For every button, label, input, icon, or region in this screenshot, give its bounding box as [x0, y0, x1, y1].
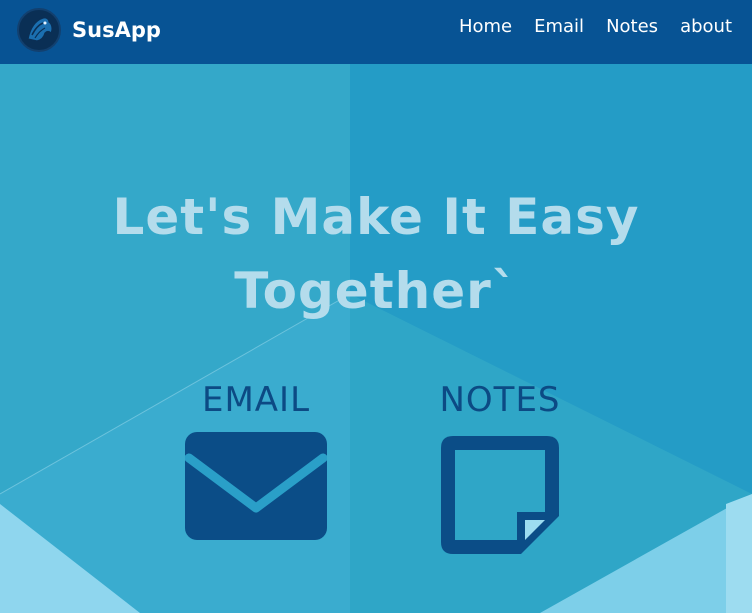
- nav-link-about[interactable]: about: [680, 16, 732, 37]
- brand-name: SusApp: [72, 18, 161, 42]
- horse-head-logo-icon: [17, 8, 61, 52]
- notes-feature-link[interactable]: NOTES: [420, 380, 580, 558]
- brand[interactable]: SusApp: [16, 7, 161, 53]
- nav-link-notes[interactable]: Notes: [606, 16, 658, 37]
- hero-title: Let's Make It Easy Together`: [0, 180, 752, 328]
- envelope-icon[interactable]: [185, 432, 327, 540]
- email-feature-link[interactable]: EMAIL: [178, 380, 334, 540]
- notes-feature-label: NOTES: [439, 380, 561, 420]
- email-feature-label: EMAIL: [201, 380, 311, 420]
- hero-background: [0, 64, 752, 613]
- nav-link-home[interactable]: Home: [459, 16, 512, 37]
- hero-title-line-2: Together`: [234, 262, 518, 320]
- nav-link-email[interactable]: Email: [534, 16, 584, 37]
- nav-links: Home Email Notes about: [437, 16, 732, 37]
- sticky-note-icon[interactable]: [437, 432, 563, 558]
- hero-title-line-1: Let's Make It Easy: [112, 188, 640, 246]
- top-navbar: SusApp Home Email Notes about: [0, 0, 752, 64]
